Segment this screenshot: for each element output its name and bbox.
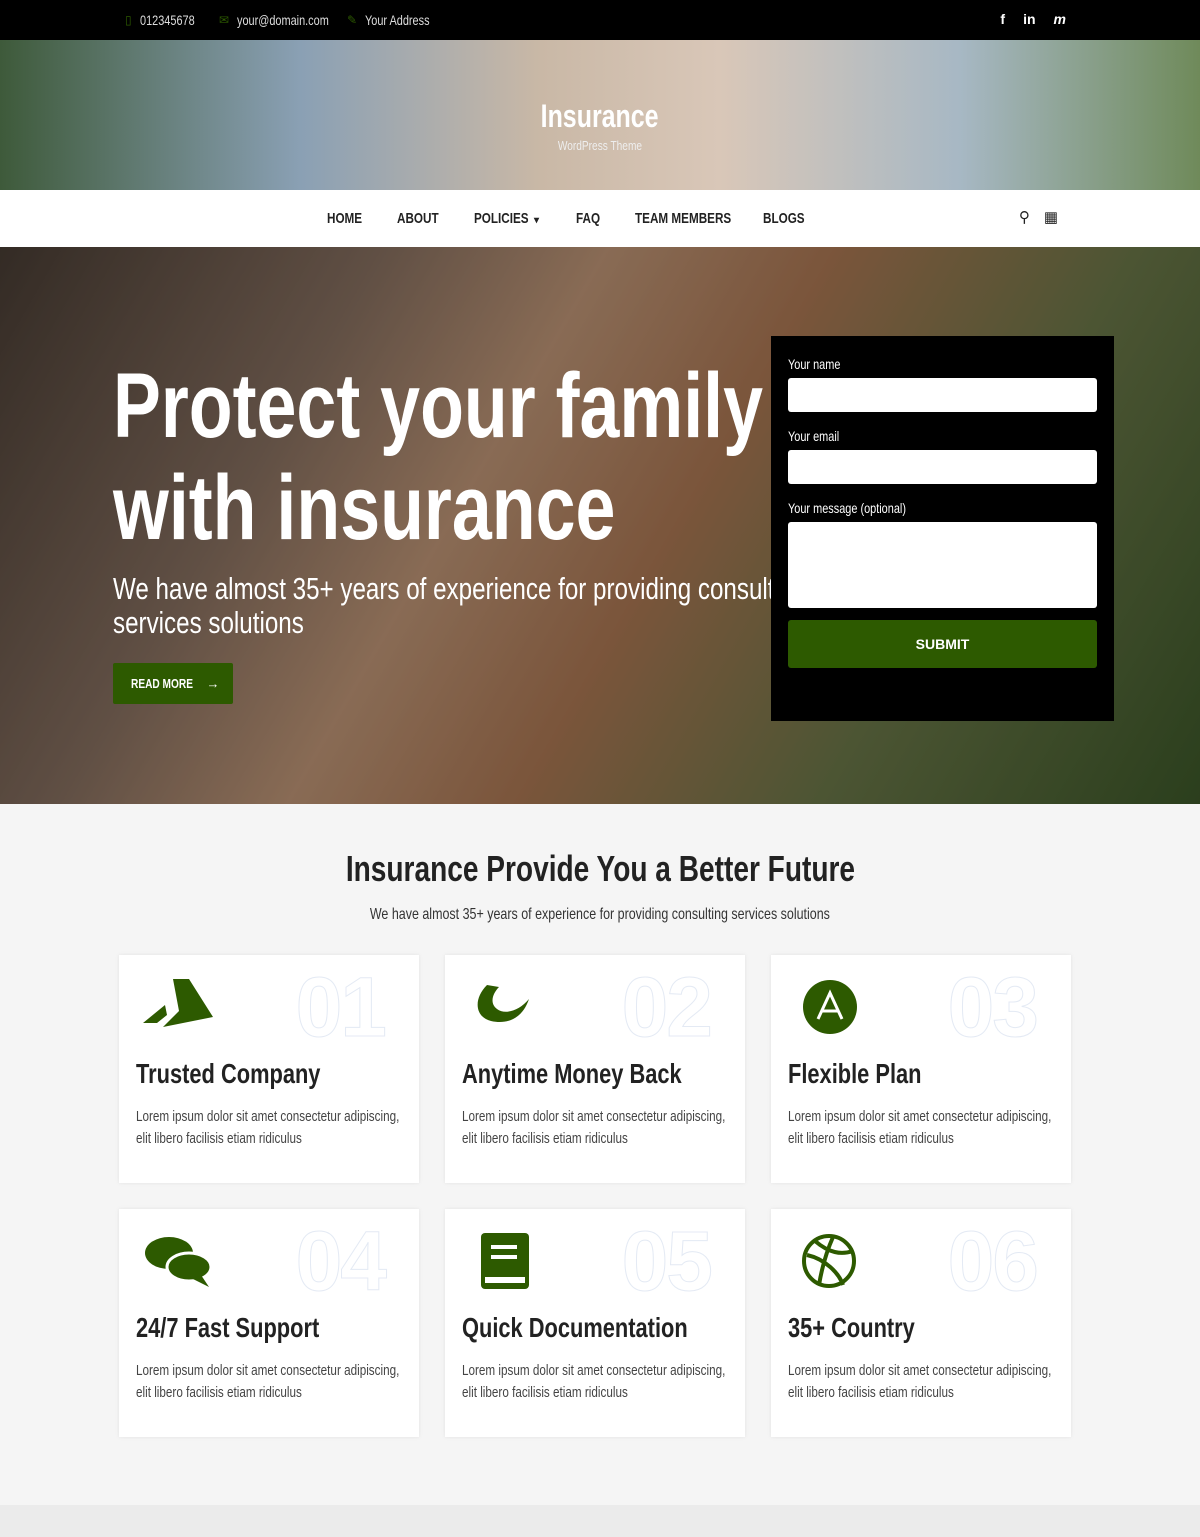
- medium-icon[interactable]: m: [1054, 11, 1066, 27]
- phone-info: ▯ 012345678: [125, 12, 210, 28]
- message-label: Your message (optional): [788, 500, 906, 516]
- card-title[interactable]: Anytime Money Back: [462, 1058, 744, 1090]
- card-title[interactable]: Trusted Company: [136, 1058, 372, 1090]
- card-number: 06: [947, 1214, 1039, 1309]
- card-text: Lorem ipsum dolor sit amet consectetur a…: [788, 1108, 1052, 1147]
- email-text[interactable]: your@domain.com: [237, 12, 329, 28]
- grid-menu-icon[interactable]: ▦: [1044, 208, 1058, 226]
- globe-icon: [795, 1233, 867, 1289]
- site-tagline: WordPress Theme: [557, 138, 643, 153]
- hero-section: Protect your family with insurance We hav…: [0, 247, 1200, 804]
- top-bar: ▯ 012345678 ✉ your@domain.com ✎ Your Addres…: [0, 0, 1200, 40]
- email-label: Your email: [788, 428, 840, 444]
- card-text: Lorem ipsum dolor sit amet consectetur a…: [136, 1108, 400, 1147]
- search-icon[interactable]: ⚲: [1019, 208, 1030, 226]
- contact-form: Your name Your email Your message (optio…: [771, 336, 1114, 721]
- nav-home[interactable]: HOME: [327, 210, 382, 227]
- card-number: 02: [621, 960, 713, 1055]
- feature-card: 03 Flexible Plan Lorem ipsum dolor sit a…: [771, 955, 1071, 1183]
- nav-faq[interactable]: FAQ: [576, 210, 622, 227]
- card-text: Lorem ipsum dolor sit amet consectetur a…: [462, 1108, 726, 1147]
- main-nav: HOME ABOUT POLICIES ▾ FAQ TEAM MEMBERS BL…: [0, 190, 1200, 247]
- phone-text: 012345678: [139, 12, 195, 28]
- nav-team-members[interactable]: TEAM MEMBERS: [635, 210, 735, 227]
- section-subtitle: We have almost 35+ years of experience f…: [369, 906, 831, 923]
- linkedin-icon[interactable]: in: [1023, 11, 1035, 27]
- card-title[interactable]: Quick Documentation: [462, 1312, 751, 1344]
- pin-icon: ✎: [347, 13, 358, 27]
- card-title[interactable]: 35+ Country: [788, 1312, 951, 1344]
- money-back-icon: [469, 979, 541, 1035]
- card-number: 03: [947, 960, 1039, 1055]
- feature-card: 02 Anytime Money Back Lorem ipsum dolor …: [445, 955, 745, 1183]
- card-title[interactable]: Flexible Plan: [788, 1058, 959, 1090]
- read-more-button[interactable]: READ MORE →: [113, 663, 233, 704]
- card-text: Lorem ipsum dolor sit amet consectetur a…: [788, 1362, 1052, 1401]
- feature-card: 01 Trusted Company Lorem ipsum dolor sit…: [119, 955, 419, 1183]
- feature-card: 06 35+ Country Lorem ipsum dolor sit ame…: [771, 1209, 1071, 1437]
- phone-icon: ▯: [125, 13, 132, 27]
- name-label: Your name: [788, 356, 841, 372]
- card-text: Lorem ipsum dolor sit amet consectetur a…: [462, 1362, 726, 1401]
- envelope-icon: ✉: [219, 13, 230, 27]
- nav-policies[interactable]: POLICIES ▾: [474, 210, 576, 227]
- card-title[interactable]: 24/7 Fast Support: [136, 1312, 371, 1344]
- nav-blogs[interactable]: BLOGS: [763, 210, 805, 227]
- address-info: ✎ Your Address: [347, 12, 448, 28]
- header-banner: Insurance WordPress Theme: [0, 40, 1200, 190]
- section-title: Insurance Provide You a Better Future: [345, 848, 855, 889]
- card-number: 05: [621, 1214, 713, 1309]
- name-input[interactable]: [788, 378, 1097, 412]
- arrow-right-icon: →: [206, 676, 220, 691]
- trusted-icon: [143, 979, 215, 1035]
- flexible-plan-icon: [795, 979, 867, 1035]
- card-number: 01: [295, 960, 387, 1055]
- email-info: ✉ your@domain.com: [219, 12, 355, 28]
- chat-icon: [143, 1233, 215, 1289]
- nav-about[interactable]: ABOUT: [397, 210, 457, 227]
- card-number: 04: [295, 1214, 387, 1309]
- feature-card: 04 24/7 Fast Support Lorem ipsum dolor s…: [119, 1209, 419, 1437]
- email-input[interactable]: [788, 450, 1097, 484]
- address-text: Your Address: [365, 12, 430, 28]
- social-links: f in m: [1000, 11, 1066, 27]
- footer-strip: [0, 1505, 1200, 1537]
- facebook-icon[interactable]: f: [1000, 11, 1005, 27]
- card-text: Lorem ipsum dolor sit amet consectetur a…: [136, 1362, 400, 1401]
- book-icon: [469, 1233, 541, 1289]
- feature-card: 05 Quick Documentation Lorem ipsum dolor…: [445, 1209, 745, 1437]
- message-textarea[interactable]: [788, 522, 1097, 608]
- submit-button[interactable]: SUBMIT: [788, 620, 1097, 668]
- site-title[interactable]: Insurance: [0, 98, 1200, 135]
- chevron-down-icon: ▾: [534, 215, 540, 226]
